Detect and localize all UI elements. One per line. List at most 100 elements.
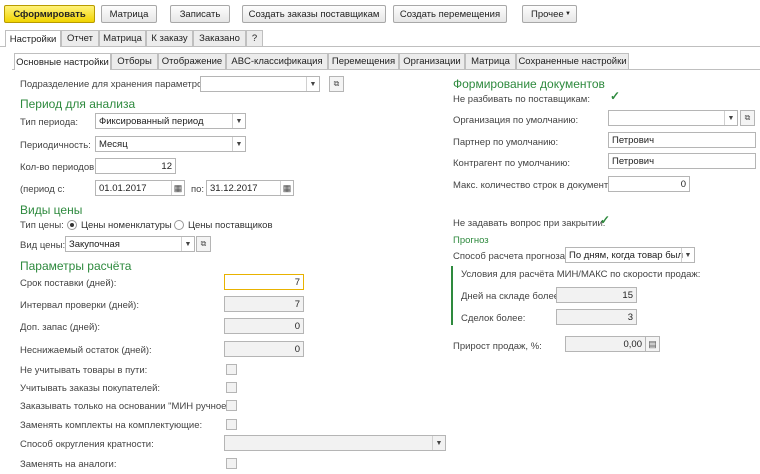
tab-matrix[interactable]: Матрица — [99, 30, 146, 46]
period-type-select[interactable]: Фиксированный период ▼ — [95, 113, 246, 129]
chevron-down-icon[interactable]: ▼ — [232, 114, 245, 128]
chevron-down-icon[interactable]: ▼ — [724, 111, 737, 125]
create-moves-button[interactable]: Создать перемещения — [393, 5, 507, 23]
open-form-icon[interactable]: ⧉ — [196, 236, 211, 252]
calc-params-header: Параметры расчёта — [20, 259, 132, 273]
period-to-input[interactable]: 31.12.2017 ▦ — [206, 180, 294, 196]
write-button[interactable]: Записать — [170, 5, 230, 23]
price-kind-select[interactable]: Закупочная ▼ — [65, 236, 195, 252]
calendar-icon[interactable]: ▦ — [280, 181, 293, 195]
subtab-matrix[interactable]: Матрица — [465, 53, 516, 69]
org-label: Организация по умолчанию: — [453, 115, 579, 126]
more-menu-button[interactable]: Прочее ▼ — [522, 5, 577, 23]
tab-report[interactable]: Отчет — [61, 30, 99, 46]
chevron-down-icon[interactable]: ▼ — [232, 137, 245, 151]
storage-label: Подразделение для хранения параметров: — [20, 79, 211, 90]
tab-settings[interactable]: Настройки — [5, 30, 61, 47]
subtab-moves[interactable]: Перемещения — [328, 53, 399, 69]
calendar-icon[interactable]: ▦ — [171, 181, 184, 195]
days-in-stock-input[interactable]: 15 — [556, 287, 637, 303]
period-header: Период для анализа — [20, 97, 136, 111]
subtab-display[interactable]: Отображение — [158, 53, 226, 69]
chevron-down-icon[interactable]: ▼ — [432, 436, 445, 450]
forecast-method-label: Способ расчета прогноза: — [453, 251, 568, 262]
generate-button[interactable]: Сформировать — [4, 5, 95, 23]
analogs-label: Заменять на аналоги: — [20, 459, 117, 470]
org-select[interactable]: ▼ — [608, 110, 738, 126]
check-interval-input[interactable]: 7 — [224, 296, 304, 312]
subtab-filters[interactable]: Отборы — [111, 53, 158, 69]
price-kind-label: Вид цены: — [20, 240, 66, 251]
contractor-input[interactable]: Петрович — [608, 153, 756, 169]
price-header: Виды цены — [20, 203, 83, 217]
growth-label: Прирост продаж, %: — [453, 341, 542, 352]
manual-min-label: Заказывать только на основании "МИН ручн… — [20, 401, 233, 412]
subtab-abc[interactable]: ABC-классификация — [226, 53, 328, 69]
delivery-label: Срок поставки (дней): — [20, 278, 117, 289]
periodicity-select[interactable]: Месяц ▼ — [95, 136, 246, 152]
rounding-label: Способ округления кратности: — [20, 439, 154, 450]
conditions-group-bar — [451, 266, 453, 325]
subtab-organizations[interactable]: Организации — [399, 53, 465, 69]
delivery-input[interactable]: 7 — [224, 274, 304, 290]
deals-label: Сделок более: — [461, 313, 526, 324]
extra-stock-label: Доп. запас (дней): — [20, 322, 101, 333]
no-transit-checkbox[interactable] — [226, 364, 237, 375]
radio-supplier-prices[interactable] — [174, 220, 184, 230]
max-rows-input[interactable]: 0 — [608, 176, 690, 192]
forecast-header: Прогноз — [453, 235, 489, 246]
customer-orders-checkbox[interactable] — [226, 382, 237, 393]
period-type-label: Тип периода: — [20, 117, 79, 128]
no-split-label: Не разбивать по поставщикам: — [453, 94, 590, 105]
tab-help[interactable]: ? — [246, 30, 263, 46]
deals-input[interactable]: 3 — [556, 309, 637, 325]
open-form-icon[interactable]: ⧉ — [329, 76, 344, 92]
replace-kits-label: Заменять комплекты на комплектующие: — [20, 420, 203, 431]
max-rows-label: Макс. количество строк в документе: — [453, 180, 617, 191]
storage-select[interactable]: ▼ — [200, 76, 320, 92]
chevron-down-icon[interactable]: ▼ — [681, 248, 694, 262]
periodicity-label: Периодичность: — [20, 140, 91, 151]
open-form-icon[interactable]: ⧉ — [740, 110, 755, 126]
partner-label: Партнер по умолчанию: — [453, 137, 559, 148]
checkmark-icon[interactable]: ✓ — [600, 213, 610, 227]
min-rest-label: Неснижаемый остаток (дней): — [20, 345, 152, 356]
no-question-label: Не задавать вопрос при закрытии: — [453, 218, 606, 229]
matrix-button[interactable]: Матрица — [101, 5, 157, 23]
conditions-label: Условия для расчёта МИН/МАКС по скорости… — [461, 269, 701, 280]
radio-suppliers-label: Цены поставщиков — [188, 220, 273, 231]
more-label: Прочее — [531, 8, 564, 20]
calculator-icon[interactable]: ▤ — [645, 336, 660, 352]
replace-kits-checkbox[interactable] — [226, 419, 237, 430]
radio-nomenclature-label: Цены номенклатуры — [81, 220, 172, 231]
period-to-label: по: — [191, 184, 205, 195]
customer-orders-label: Учитывать заказы покупателей: — [20, 383, 161, 394]
min-rest-input[interactable]: 0 — [224, 341, 304, 357]
no-transit-label: Не учитывать товары в пути: — [20, 365, 148, 376]
extra-stock-input[interactable]: 0 — [224, 318, 304, 334]
price-type-label: Тип цены: — [20, 220, 64, 231]
period-from-input[interactable]: 01.01.2017 ▦ — [95, 180, 185, 196]
subtab-main[interactable]: Основные настройки — [14, 53, 111, 70]
rounding-select[interactable]: ▼ — [224, 435, 446, 451]
contractor-label: Контрагент по умолчанию: — [453, 158, 570, 169]
growth-input[interactable]: 0,00 — [565, 336, 646, 352]
check-interval-label: Интервал проверки (дней): — [20, 300, 139, 311]
chevron-down-icon[interactable]: ▼ — [181, 237, 194, 251]
analogs-checkbox[interactable] — [226, 458, 237, 469]
partner-input[interactable]: Петрович — [608, 132, 756, 148]
forecast-method-select[interactable]: По дням, когда товар был ▼ — [565, 247, 695, 263]
manual-min-checkbox[interactable] — [226, 400, 237, 411]
periods-count-label: Кол-во периодов: — [20, 162, 97, 173]
period-from-label: (период с: — [20, 184, 65, 195]
tab-ordered[interactable]: Заказано — [193, 30, 246, 46]
chevron-down-icon[interactable]: ▼ — [306, 77, 319, 91]
periods-count-input[interactable]: 12 — [95, 158, 176, 174]
days-in-stock-label: Дней на складе более: — [461, 291, 562, 302]
chevron-down-icon: ▼ — [565, 11, 571, 17]
subtab-saved-settings[interactable]: Сохраненные настройки — [516, 53, 629, 69]
create-orders-button[interactable]: Создать заказы поставщикам — [242, 5, 386, 23]
radio-nomenclature-prices[interactable] — [67, 220, 77, 230]
tab-to-order[interactable]: К заказу — [146, 30, 193, 46]
checkmark-icon[interactable]: ✓ — [610, 89, 620, 103]
